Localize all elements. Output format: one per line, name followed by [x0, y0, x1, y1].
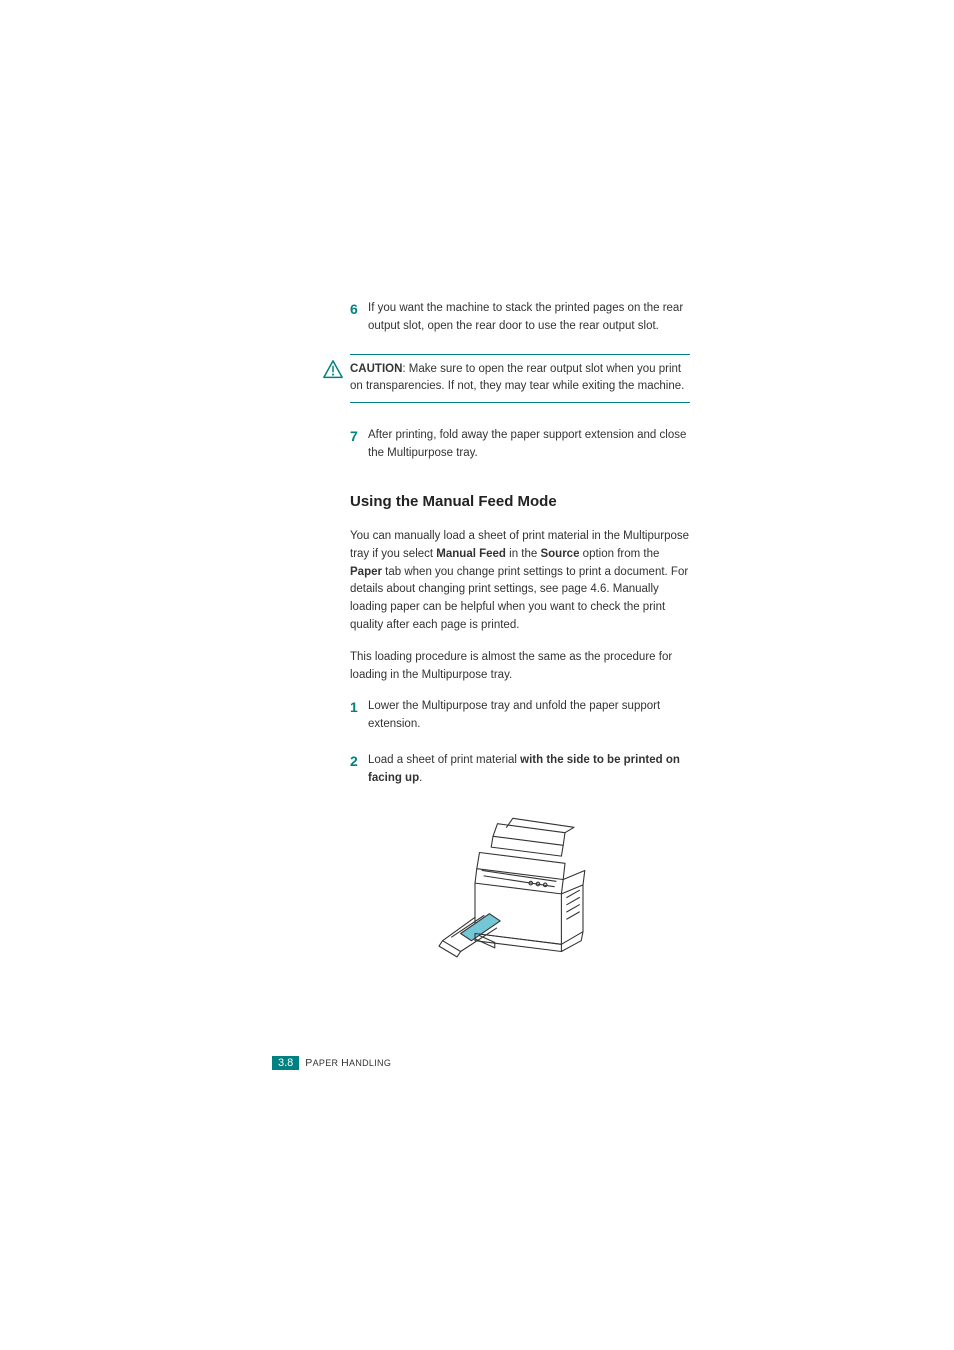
step-7: 7 After printing, fold away the paper su…	[350, 427, 690, 463]
step-number: 2	[350, 752, 368, 788]
footer-aper: APER	[313, 1058, 342, 1068]
paragraph-2: This loading procedure is almost the sam…	[350, 649, 690, 685]
step-2: 2 Load a sheet of print material with th…	[350, 752, 690, 788]
step2-pre: Load a sheet of print material	[368, 754, 520, 766]
caution-callout: CAUTION: Make sure to open the rear outp…	[350, 354, 690, 404]
chapter-label: PAPER HANDLING	[305, 1057, 391, 1069]
para1-b2: Source	[540, 548, 579, 560]
printer-illustration	[350, 806, 690, 976]
caution-icon	[322, 359, 344, 381]
content-column: 6 If you want the machine to stack the p…	[350, 300, 690, 976]
footer-p: P	[305, 1057, 312, 1069]
caution-text: CAUTION: Make sure to open the rear outp…	[350, 361, 690, 397]
para1-mid2: option from the	[579, 548, 659, 560]
step-6: 6 If you want the machine to stack the p…	[350, 300, 690, 336]
footer-h: H	[341, 1057, 349, 1069]
step-text: Lower the Multipurpose tray and unfold t…	[368, 698, 690, 734]
step-number: 7	[350, 427, 368, 463]
caution-label: CAUTION	[350, 363, 402, 375]
page-footer: 3.8 PAPER HANDLING	[272, 1056, 391, 1070]
step2-post: .	[419, 772, 422, 784]
para1-post: tab when you change print settings to pr…	[350, 566, 688, 631]
para1-b1: Manual Feed	[436, 548, 506, 560]
page-number-badge: 3.8	[272, 1056, 299, 1070]
section-heading: Using the Manual Feed Mode	[350, 493, 690, 510]
footer-andling: ANDLING	[349, 1058, 391, 1068]
step-1: 1 Lower the Multipurpose tray and unfold…	[350, 698, 690, 734]
step-text: If you want the machine to stack the pri…	[368, 300, 690, 336]
step-text: Load a sheet of print material with the …	[368, 752, 690, 788]
para1-b3: Paper	[350, 566, 382, 578]
document-page: 6 If you want the machine to stack the p…	[0, 0, 954, 1350]
para1-mid1: in the	[506, 548, 541, 560]
step-text: After printing, fold away the paper supp…	[368, 427, 690, 463]
step-number: 1	[350, 698, 368, 734]
step-number: 6	[350, 300, 368, 336]
paragraph-1: You can manually load a sheet of print m…	[350, 528, 690, 635]
